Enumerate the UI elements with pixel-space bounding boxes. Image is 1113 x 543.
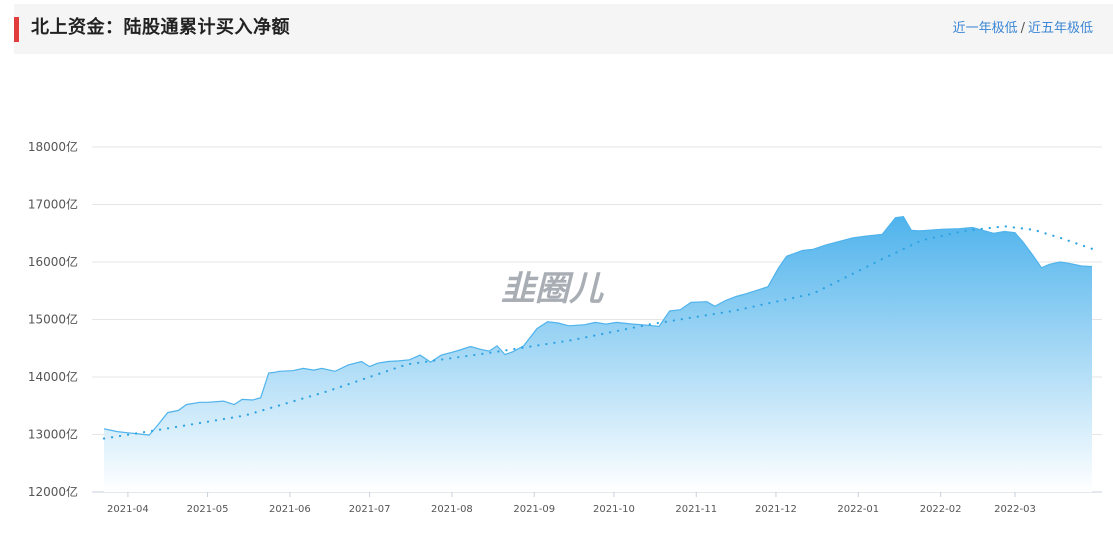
x-tick-label: 2022-01 bbox=[837, 504, 879, 515]
x-tick-label: 2021-10 bbox=[593, 504, 635, 515]
y-tick-label: 16000亿 bbox=[28, 254, 78, 269]
watermark-logo: 韭圈儿 bbox=[501, 269, 604, 309]
y-tick-label: 12000亿 bbox=[28, 484, 78, 499]
y-tick-label: 15000亿 bbox=[28, 312, 78, 327]
x-tick-label: 2021-09 bbox=[513, 504, 555, 515]
x-tick-label: 2022-03 bbox=[994, 504, 1036, 515]
y-tick-label: 13000亿 bbox=[28, 427, 78, 442]
y-tick-label: 14000亿 bbox=[28, 369, 78, 384]
x-tick-label: 2021-12 bbox=[755, 504, 797, 515]
x-tick-label: 2021-08 bbox=[431, 504, 473, 515]
y-tick-label: 17000亿 bbox=[28, 197, 78, 212]
x-tick-label: 2021-07 bbox=[349, 504, 391, 515]
x-tick-label: 2021-05 bbox=[187, 504, 229, 515]
x-tick-label: 2021-06 bbox=[269, 504, 311, 515]
chart-area: 12000亿 13000亿 14000亿 15000亿 16000亿 17000亿 1800… bbox=[28, 139, 1102, 515]
x-tick-label: 2021-11 bbox=[675, 504, 717, 515]
area-fill bbox=[104, 216, 1092, 492]
x-tick-label: 2022-02 bbox=[920, 504, 962, 515]
x-tick-label: 2021-04 bbox=[107, 504, 149, 515]
y-tick-label: 18000亿 bbox=[28, 139, 78, 154]
